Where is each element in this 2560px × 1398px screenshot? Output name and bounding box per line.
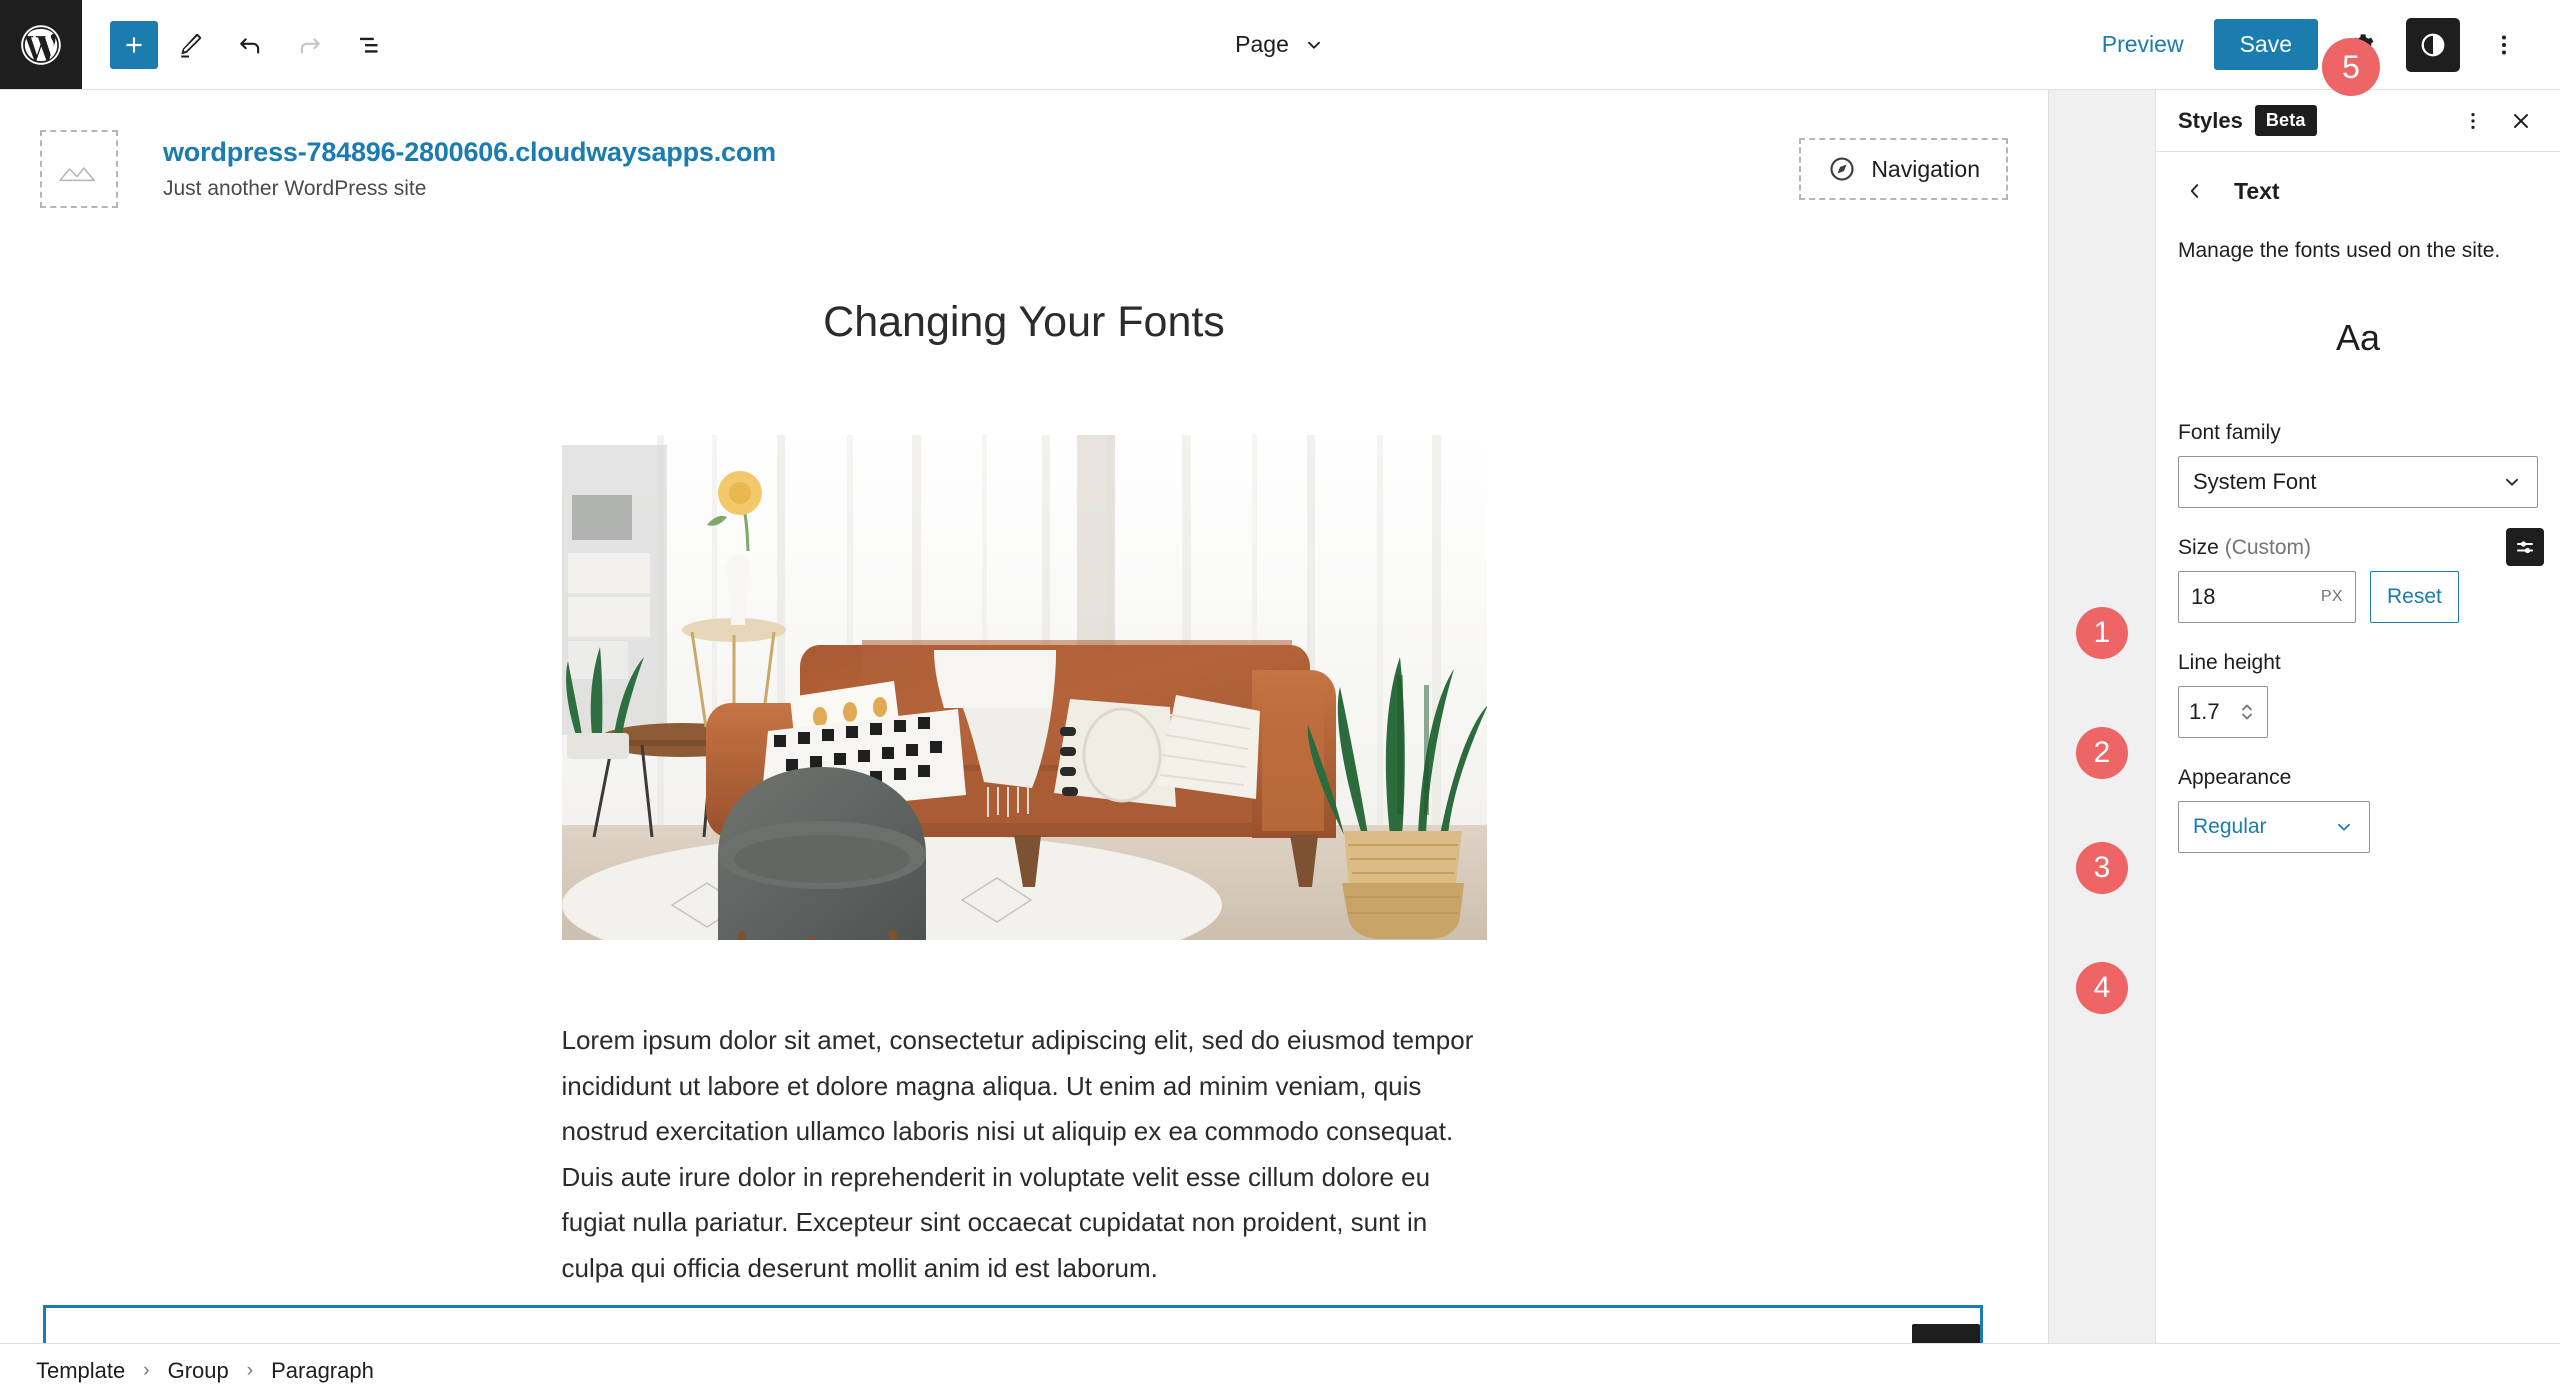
font-size-unit: PX bbox=[2320, 588, 2343, 606]
sliders-toggle-icon bbox=[2517, 541, 2533, 554]
sidebar-close-button[interactable] bbox=[2500, 100, 2542, 142]
sidebar-more-button[interactable] bbox=[2452, 100, 2494, 142]
font-size-control: Size (Custom) 18 PX Reset bbox=[2156, 528, 2560, 624]
font-family-label: Font family bbox=[2178, 421, 2281, 445]
chevron-down-icon bbox=[1307, 41, 1320, 49]
pencil-icon bbox=[181, 33, 202, 57]
more-options-button[interactable] bbox=[2476, 17, 2532, 73]
breadcrumb-item-template[interactable]: Template bbox=[36, 1358, 125, 1384]
add-block-button[interactable] bbox=[110, 20, 158, 69]
step-badge-5: 5 bbox=[2322, 38, 2380, 96]
font-size-label-text: Size bbox=[2178, 536, 2219, 560]
line-height-input[interactable]: 1.7 bbox=[2178, 686, 2268, 739]
site-logo-placeholder[interactable] bbox=[40, 130, 118, 208]
line-height-control: Line height 1.7 bbox=[2156, 651, 2560, 739]
featured-image-block[interactable] bbox=[561, 435, 1487, 940]
font-size-label: Size (Custom) bbox=[2178, 536, 2538, 560]
site-header-block[interactable]: wordpress-784896-2800606.cloudwaysapps.c… bbox=[0, 90, 2048, 218]
wordpress-logo-icon bbox=[21, 24, 61, 65]
font-size-input[interactable]: 18 PX bbox=[2178, 571, 2356, 624]
breadcrumb-separator: › bbox=[246, 1360, 254, 1381]
line-height-label: Line height bbox=[2178, 651, 2281, 675]
edit-mode-button[interactable] bbox=[162, 17, 218, 73]
styles-sidebar: Styles Beta Text Manage the fonts used o… bbox=[2155, 90, 2560, 1343]
breadcrumb-separator: › bbox=[143, 1360, 150, 1381]
font-family-select[interactable]: System Font bbox=[2178, 456, 2538, 509]
site-identity: wordpress-784896-2800606.cloudwaysapps.c… bbox=[163, 137, 776, 201]
global-styles-button[interactable] bbox=[2406, 17, 2460, 72]
undo-icon bbox=[240, 37, 260, 54]
font-size-label-suffix: (Custom) bbox=[2224, 536, 2312, 560]
sidebar-header-actions bbox=[2452, 100, 2542, 142]
sidebar-section-title: Text bbox=[2234, 177, 2280, 204]
appearance-select[interactable]: Regular bbox=[2178, 801, 2370, 854]
breadcrumb-item-paragraph[interactable]: Paragraph bbox=[271, 1358, 374, 1384]
plus-icon bbox=[126, 36, 142, 53]
step-badge-1: 1 bbox=[2076, 607, 2128, 659]
block-toolbar-stub[interactable] bbox=[1912, 1324, 1980, 1343]
breadcrumb-item-group[interactable]: Group bbox=[168, 1358, 229, 1384]
living-room-image bbox=[561, 435, 1487, 940]
sidebar-back-button[interactable] bbox=[2178, 174, 2212, 208]
block-breadcrumb-bar: Template › Group › Paragraph bbox=[0, 1343, 2560, 1398]
site-tagline[interactable]: Just another WordPress site bbox=[163, 177, 776, 201]
list-view-button[interactable] bbox=[342, 17, 398, 73]
wordpress-logo-button[interactable] bbox=[0, 0, 82, 89]
editor-body: wordpress-784896-2800606.cloudwaysapps.c… bbox=[0, 90, 2560, 1343]
chevron-down-icon bbox=[2338, 824, 2350, 832]
editor-canvas[interactable]: wordpress-784896-2800606.cloudwaysapps.c… bbox=[0, 90, 2049, 1343]
line-height-value: 1.7 bbox=[2189, 699, 2220, 725]
compass-navigation-icon bbox=[1830, 157, 1854, 181]
font-size-value: 18 bbox=[2191, 584, 2216, 610]
sidebar-nav-row: Text bbox=[2156, 152, 2560, 208]
appearance-label: Appearance bbox=[2178, 766, 2292, 790]
beta-badge: Beta bbox=[2254, 105, 2317, 136]
document-type-label: Page bbox=[1235, 31, 1289, 57]
wordpress-site-editor: Page Preview Save 5 wordpress-784896-280… bbox=[0, 0, 2560, 1398]
document-type-dropdown[interactable]: Page bbox=[1235, 31, 1325, 58]
sidebar-header: Styles Beta bbox=[2156, 90, 2560, 152]
chevron-left-icon bbox=[2190, 184, 2199, 198]
page-title[interactable]: Changing Your Fonts bbox=[0, 298, 2048, 347]
site-title[interactable]: wordpress-784896-2800606.cloudwaysapps.c… bbox=[163, 137, 776, 168]
editor-top-bar: Page Preview Save bbox=[0, 0, 2560, 90]
step-badge-4: 4 bbox=[2076, 962, 2128, 1014]
size-units-toggle-button[interactable] bbox=[2506, 528, 2544, 567]
undo-button[interactable] bbox=[222, 17, 278, 73]
navigation-block[interactable]: Navigation bbox=[1799, 138, 2008, 200]
contrast-styles-icon bbox=[2421, 33, 2445, 56]
chevron-down-icon bbox=[2506, 479, 2518, 487]
font-family-value: System Font bbox=[2193, 469, 2317, 495]
stepper-arrows-icon[interactable] bbox=[2237, 699, 2257, 725]
appearance-value: Regular bbox=[2193, 815, 2267, 839]
selected-block-outline[interactable] bbox=[43, 1305, 1983, 1343]
font-preview: Aa bbox=[2335, 317, 2381, 359]
font-size-row: 18 PX Reset bbox=[2178, 571, 2538, 624]
save-button[interactable]: Save bbox=[2213, 19, 2318, 70]
sidebar-title: Styles bbox=[2178, 107, 2243, 133]
font-size-reset-button[interactable]: Reset bbox=[2370, 571, 2459, 624]
more-vertical-icon bbox=[2502, 35, 2506, 54]
close-icon bbox=[2514, 113, 2528, 128]
step-badge-2: 2 bbox=[2076, 727, 2128, 779]
step-badge-3: 3 bbox=[2076, 842, 2128, 894]
editor-toolbar-left bbox=[82, 17, 398, 73]
paragraph-block[interactable]: Lorem ipsum dolor sit amet, consectetur … bbox=[562, 1018, 1487, 1291]
appearance-control: Appearance Regular bbox=[2156, 766, 2560, 854]
navigation-block-label: Navigation bbox=[1871, 155, 1980, 182]
font-family-control: Font family System Font bbox=[2156, 421, 2560, 509]
more-vertical-icon bbox=[2471, 112, 2475, 129]
sidebar-description: Manage the fonts used on the site. bbox=[2178, 239, 2501, 262]
annotation-gutter: 1 2 3 4 bbox=[2049, 90, 2155, 1343]
list-view-icon bbox=[360, 37, 378, 53]
image-placeholder-icon bbox=[59, 167, 95, 182]
post-content-group[interactable]: Changing Your Fonts Lorem ipsum dolor si… bbox=[0, 218, 2048, 1291]
preview-button[interactable]: Preview bbox=[2088, 21, 2198, 68]
redo-icon bbox=[300, 37, 320, 54]
redo-button[interactable] bbox=[282, 17, 338, 73]
